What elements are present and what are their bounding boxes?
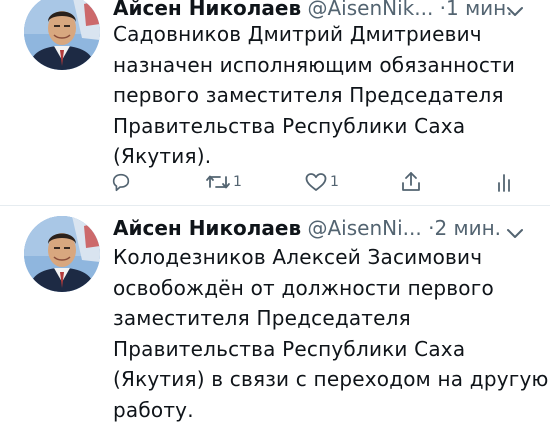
tweet[interactable]: Айсен Николаев @AisenNi... ·2 мин. Колод…	[0, 207, 550, 412]
tweet-text-line: (Якутия).	[113, 141, 533, 172]
avatar[interactable]	[24, 0, 100, 70]
share-icon	[399, 170, 423, 194]
like-icon	[304, 171, 328, 193]
timestamp[interactable]: 2 мин.	[434, 216, 501, 240]
chevron-down-icon[interactable]	[502, 222, 528, 244]
tweet-text-line: (Якутия) в связи с переходом на другую	[113, 364, 533, 395]
tweet-text-line: освобождён от должности первого	[113, 273, 533, 304]
avatar-image	[24, 216, 100, 292]
reply-icon	[110, 171, 132, 193]
tweet-text-line: Садовников Дмитрий Дмитриевич	[113, 19, 533, 50]
analytics-icon	[496, 171, 512, 193]
tweet-text-line: Правительства Республики Саха	[113, 111, 533, 142]
user-handle[interactable]: @AisenNi...	[307, 216, 421, 240]
user-handle[interactable]: @AisenNik...	[307, 0, 433, 20]
tweet-divider	[0, 205, 550, 206]
tweet[interactable]: Айсен Николаев @AisenNik... ·1 мин. Садо…	[0, 0, 550, 205]
retweet-icon	[205, 171, 231, 193]
tweet-actions: 1 1	[0, 168, 550, 196]
share-button[interactable]	[399, 168, 423, 196]
like-count: 1	[330, 174, 339, 190]
reply-button[interactable]	[110, 168, 134, 196]
tweet-text-line: Правительства Республики Саха	[113, 334, 533, 365]
like-button[interactable]: 1	[304, 168, 339, 196]
tweet-text-line: Колодезников Алексей Засимович	[113, 242, 533, 273]
tweet-header: Айсен Николаев @AisenNik... ·1 мин.	[113, 0, 513, 21]
analytics-button[interactable]	[496, 168, 512, 196]
retweet-count: 1	[233, 174, 242, 190]
tweet-text-line: работу.	[113, 395, 533, 425]
tweet-text: Колодезников Алексей Засимович освобождё…	[113, 242, 533, 425]
tweet-text: Садовников Дмитрий Дмитриевич назначен и…	[113, 19, 533, 172]
display-name[interactable]: Айсен Николаев	[113, 216, 301, 240]
avatar-image	[24, 0, 100, 70]
tweet-text-line: заместителя Председателя	[113, 303, 533, 334]
tweet-text-line: назначен исполняющим обязанности	[113, 50, 533, 81]
tweet-text-line: первого заместителя Председателя	[113, 80, 533, 111]
tweet-header: Айсен Николаев @AisenNi... ·2 мин.	[113, 215, 501, 241]
avatar[interactable]	[24, 216, 100, 292]
display-name[interactable]: Айсен Николаев	[113, 0, 301, 20]
retweet-button[interactable]: 1	[205, 168, 242, 196]
